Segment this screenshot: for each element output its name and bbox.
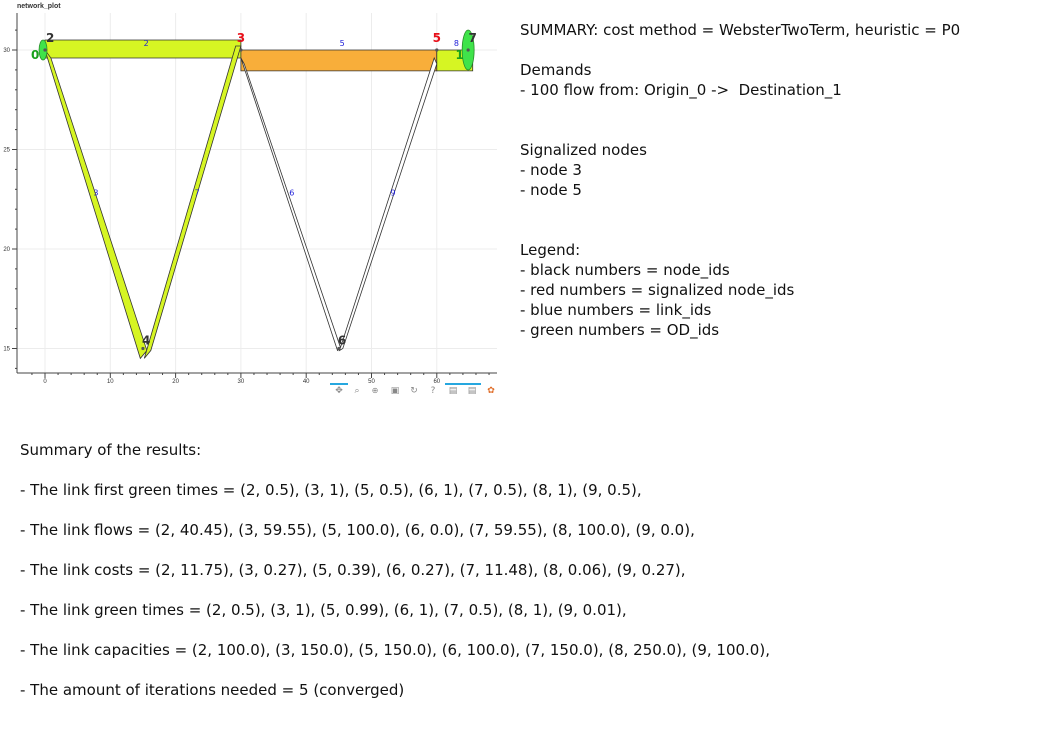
link-label: 9 — [391, 188, 396, 197]
result-line: - The link flows = (2, 40.45), (3, 59.55… — [20, 521, 695, 539]
signalized-title: Signalized nodes — [520, 141, 647, 159]
y-tick-label: 25 — [3, 148, 10, 154]
x-tick-label: 10 — [107, 379, 114, 385]
reset-icon[interactable]: ↻ — [408, 385, 420, 397]
signalized-item: - node 3 — [520, 161, 582, 179]
y-tick-label: 20 — [3, 247, 10, 253]
hover-icon[interactable]: ▤ — [447, 385, 459, 397]
summary-line: SUMMARY: cost method = WebsterTwoTerm, h… — [520, 21, 961, 39]
legend-item: - green numbers = OD_ids — [520, 321, 720, 339]
node-label: 2 — [46, 31, 54, 45]
link-label: 5 — [340, 39, 345, 48]
result-line: - The amount of iterations needed = 5 (c… — [20, 681, 405, 699]
results-title: Summary of the results: — [20, 441, 202, 459]
node-label: 7 — [469, 31, 477, 45]
link-label: 7 — [195, 188, 200, 197]
legend-item: - blue numbers = link_ids — [520, 301, 712, 319]
node-label: 3 — [237, 31, 245, 45]
bokeh-logo-icon[interactable]: ✿ — [485, 385, 497, 397]
result-line: - The link capacities = (2, 100.0), (3, … — [20, 641, 770, 659]
x-tick-label: 30 — [238, 379, 245, 385]
y-tick-label: 30 — [3, 48, 10, 54]
od-label: 1 — [455, 48, 463, 62]
box-zoom-icon[interactable]: ⌕ — [351, 385, 363, 397]
link-5 — [240, 49, 438, 72]
node-label: 6 — [338, 334, 346, 348]
x-tick-label: 20 — [172, 379, 179, 385]
x-tick-label: 0 — [43, 379, 47, 385]
node-dot — [435, 48, 439, 52]
wheel-zoom-icon[interactable]: ⊕ — [369, 385, 381, 397]
plot-title: network_plot — [17, 3, 61, 10]
plot-toolbar: ✥ ⌕ ⊕ ▣ ↻ ? ▤ ▤ ✿ — [330, 383, 500, 401]
node-dot — [239, 48, 243, 52]
pan-icon[interactable]: ✥ — [333, 385, 345, 397]
link-label: 3 — [93, 188, 98, 197]
link-label: 6 — [289, 188, 294, 197]
network-plot-svg: 0 10 20 30 40 50 60152025302 3 5 74 60 12 5 83 7 6 9 — [3, 13, 497, 385]
info-panel: SUMMARY: cost method = WebsterTwoTerm, h… — [520, 20, 1040, 340]
legend-item: - red numbers = signalized node_ids — [520, 281, 795, 299]
help-icon[interactable]: ? — [427, 385, 439, 397]
node-label: 5 — [433, 31, 441, 45]
link-label: 2 — [144, 39, 149, 48]
save-icon[interactable]: ▣ — [389, 385, 401, 397]
node-label: 4 — [142, 334, 150, 348]
od-label: 0 — [31, 48, 39, 62]
signalized-item: - node 5 — [520, 181, 582, 199]
legend-item: - black numbers = node_ids — [520, 261, 730, 279]
network-plot: 0 10 20 30 40 50 60 15 20 25 30 2 3 5 7 4 6 0 1 2 5 8 3 7 6 9 net… — [0, 0, 510, 410]
legend-title: Legend: — [520, 241, 581, 259]
x-tick-label: 40 — [303, 379, 310, 385]
result-line: - The link green times = (2, 0.5), (3, 1… — [20, 601, 627, 619]
link-label: 8 — [454, 39, 459, 48]
demands-title: Demands — [520, 61, 592, 79]
node-dot — [43, 48, 47, 52]
result-line: - The link costs = (2, 11.75), (3, 0.27)… — [20, 561, 686, 579]
node-dot — [466, 48, 470, 52]
y-tick-label: 15 — [3, 347, 10, 353]
result-line: - The link first green times = (2, 0.5),… — [20, 481, 642, 499]
results-panel: Summary of the results: - The link first… — [20, 440, 1030, 700]
demand-item: - 100 flow from: Origin_0 -> Destination… — [520, 81, 842, 99]
hover2-icon[interactable]: ▤ — [466, 385, 478, 397]
